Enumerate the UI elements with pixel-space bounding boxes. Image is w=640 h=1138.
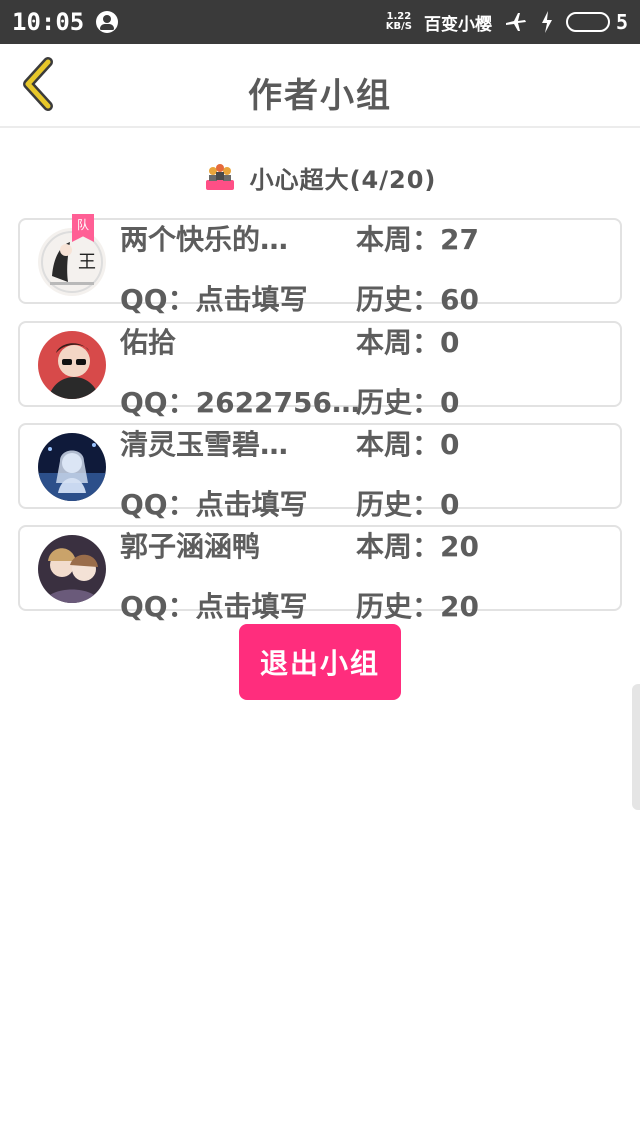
total-score: 历史：60 xyxy=(356,283,479,316)
network-speed: 1.22 KB/S xyxy=(386,12,412,32)
team-name-row: 小心超大(4/20) xyxy=(0,160,640,194)
member-qq[interactable]: QQ：点击填写 xyxy=(120,585,308,625)
week-score: 本周：27 xyxy=(356,223,479,256)
total-score: 历史：0 xyxy=(356,488,460,521)
page-title: 作者小组 xyxy=(248,76,392,116)
status-bar: 10:05 1.22 KB/S 百变小樱 5 xyxy=(0,0,640,44)
member-card[interactable]: 清灵玉雪碧… QQ：点击填写 本周：0 历史：0 xyxy=(18,423,622,521)
avatar-image xyxy=(38,535,106,603)
member-card[interactable]: 佑拾 QQ：2622756… 本周：0 历史：0 xyxy=(18,321,622,419)
member-card[interactable]: 王 队 两个快乐的… QQ：点击填写 本周：27 历史：60 xyxy=(18,214,622,316)
quit-group-button[interactable]: 退出小组 xyxy=(239,624,401,700)
avatar-image xyxy=(38,433,106,501)
week-score: 本周：20 xyxy=(356,530,479,563)
team-icon xyxy=(205,164,234,190)
airplane-icon xyxy=(505,13,526,31)
member-qq[interactable]: QQ：点击填写 xyxy=(120,483,308,523)
member-name: 郭子涵涵鸭 xyxy=(120,530,261,563)
member-qq[interactable]: QQ：2622756… xyxy=(120,381,360,421)
header: 作者小组 xyxy=(0,44,640,128)
scrollbar-handle[interactable] xyxy=(632,684,640,810)
member-name: 佑拾 xyxy=(120,326,177,359)
member-name: 清灵玉雪碧… xyxy=(120,428,289,461)
network-speed-unit: KB/S xyxy=(385,21,412,32)
team-name: 小心超大(4/20) xyxy=(249,165,437,194)
carrier-name: 百变小樱 xyxy=(423,14,492,35)
charging-icon xyxy=(541,11,552,33)
total-score: 历史：0 xyxy=(356,386,460,419)
battery-icon xyxy=(565,12,610,32)
user-icon xyxy=(96,11,119,33)
week-score: 本周：0 xyxy=(356,428,460,461)
member-qq[interactable]: QQ：点击填写 xyxy=(120,278,308,318)
battery-level: 5 xyxy=(615,10,628,34)
avatar-image xyxy=(38,331,106,399)
avatar xyxy=(38,535,106,603)
svg-text:王: 王 xyxy=(78,252,96,273)
total-score: 历史：20 xyxy=(356,590,479,623)
member-name: 两个快乐的… xyxy=(120,223,289,256)
avatar xyxy=(38,433,106,501)
member-card[interactable]: 郭子涵涵鸭 QQ：点击填写 本周：20 历史：20 xyxy=(18,525,622,623)
week-score: 本周：0 xyxy=(356,326,460,359)
avatar xyxy=(38,331,106,399)
status-right: 1.22 KB/S 百变小樱 5 xyxy=(386,10,628,35)
status-time: 10:05 xyxy=(12,8,85,36)
